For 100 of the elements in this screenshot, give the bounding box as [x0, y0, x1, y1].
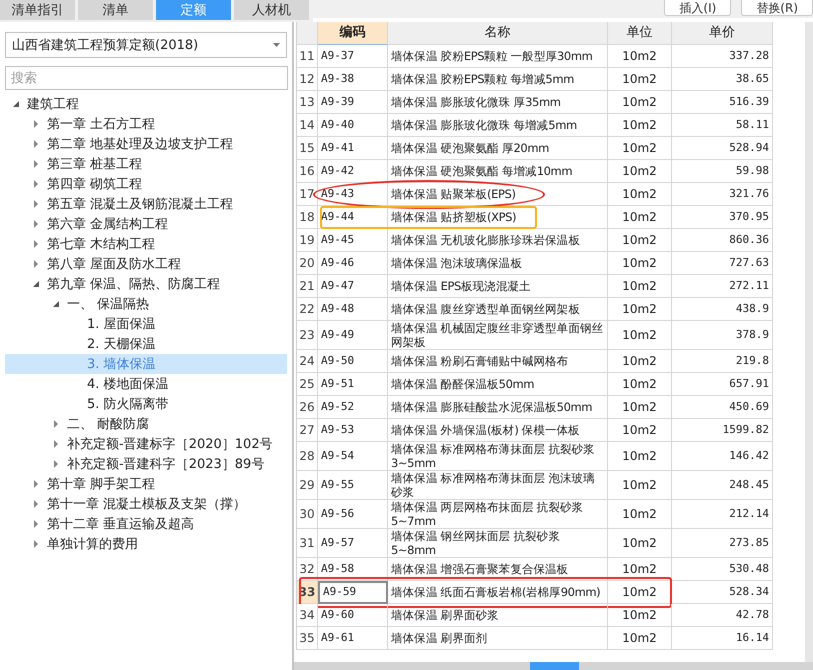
tab[interactable]: 清单指引: [0, 0, 75, 20]
row-number[interactable]: 24: [297, 350, 318, 373]
column-header[interactable]: 编码: [318, 22, 388, 45]
price-cell: 860.36: [672, 229, 773, 252]
column-header[interactable]: 单价: [672, 22, 773, 45]
tab[interactable]: 人材机: [234, 0, 309, 20]
tree-item[interactable]: 一、 保温隔热: [5, 294, 287, 314]
row-number[interactable]: 29: [297, 471, 318, 500]
collapsed-triangle-icon[interactable]: [32, 480, 40, 488]
tree-item[interactable]: 第六章 金属结构工程: [5, 214, 287, 234]
row-number[interactable]: 31: [297, 529, 318, 558]
price-cell: 38.65: [672, 68, 773, 91]
collapsed-triangle-icon[interactable]: [32, 520, 40, 528]
tree-item[interactable]: 第十一章 混凝土模板及支架（撑）: [5, 494, 287, 514]
name-cell: 墙体保温 腹丝穿透型单面钢丝网架板: [388, 298, 608, 321]
tree-item[interactable]: 第十二章 垂直运输及超高: [5, 514, 287, 534]
row-number[interactable]: 13: [297, 91, 318, 114]
column-header[interactable]: 单位: [608, 22, 672, 45]
tree-item[interactable]: 第三章 桩基工程: [5, 154, 287, 174]
row-number[interactable]: 21: [297, 275, 318, 298]
toolbar-button[interactable]: 替换(R): [741, 0, 813, 16]
code-cell: A9-37: [318, 45, 388, 68]
price-cell: 657.91: [672, 373, 773, 396]
tree-item[interactable]: 第四章 砌筑工程: [5, 174, 287, 194]
code-cell: A9-53: [318, 419, 388, 442]
search-field[interactable]: 搜索: [5, 66, 288, 90]
row-number[interactable]: 19: [297, 229, 318, 252]
tree-item[interactable]: 4. 楼地面保温: [5, 374, 287, 394]
name-cell: 墙体保温 膨胀玻化微珠 厚35mm: [388, 91, 608, 114]
collapsed-triangle-icon[interactable]: [32, 180, 40, 188]
price-cell: 528.94: [672, 137, 773, 160]
tree-item[interactable]: 2. 天棚保温: [5, 334, 287, 354]
row-number[interactable]: 25: [297, 373, 318, 396]
collapsed-triangle-icon[interactable]: [32, 120, 40, 128]
price-cell: 337.28: [672, 45, 773, 68]
collapsed-triangle-icon[interactable]: [32, 160, 40, 168]
unit-cell: 10m2: [608, 373, 672, 396]
tree-item[interactable]: 补充定额-晋建科字［2023］89号: [5, 454, 287, 474]
expanded-triangle-icon[interactable]: [32, 280, 40, 288]
tree-item[interactable]: 补充定额-晋建标字［2020］102号: [5, 434, 287, 454]
row-number[interactable]: 20: [297, 252, 318, 275]
vertical-scrollbar[interactable]: [805, 22, 813, 662]
unit-cell: 10m2: [608, 91, 672, 114]
row-number[interactable]: 28: [297, 442, 318, 471]
column-header[interactable]: 名称: [388, 22, 608, 45]
row-number[interactable]: 26: [297, 396, 318, 419]
name-cell: 墙体保温 钢丝网抹面层 抗裂砂浆5~8mm: [388, 529, 608, 558]
row-number[interactable]: 11: [297, 45, 318, 68]
expanded-triangle-icon[interactable]: [12, 100, 20, 108]
dropdown-caret-icon: [273, 43, 280, 47]
tab[interactable]: 清单: [78, 0, 153, 20]
tree-item[interactable]: 二、 耐酸防腐: [5, 414, 287, 434]
tree-item[interactable]: 第十章 脚手架工程: [5, 474, 287, 494]
row-number[interactable]: 32: [297, 558, 318, 581]
row-number[interactable]: 17: [297, 183, 318, 206]
tree-item[interactable]: 建筑工程: [5, 94, 287, 114]
row-number[interactable]: 35: [297, 627, 318, 650]
row-number[interactable]: 34: [297, 604, 318, 627]
code-cell: A9-61: [318, 627, 388, 650]
collapsed-triangle-icon[interactable]: [32, 200, 40, 208]
tree-item[interactable]: 1. 屋面保温: [5, 314, 287, 334]
row-number[interactable]: 18: [297, 206, 318, 229]
collapsed-triangle-icon[interactable]: [32, 140, 40, 148]
expanded-triangle-icon[interactable]: [52, 300, 60, 308]
row-number[interactable]: 14: [297, 114, 318, 137]
tree-item[interactable]: 第五章 混凝土及钢筋混凝土工程: [5, 194, 287, 214]
row-number[interactable]: 22: [297, 298, 318, 321]
tree-item[interactable]: 单独计算的费用: [5, 534, 287, 554]
tree-item[interactable]: 第九章 保温、隔热、防腐工程: [5, 274, 287, 294]
name-cell: 墙体保温 膨胀硅酸盐水泥保温板50mm: [388, 396, 608, 419]
price-cell: 212.14: [672, 500, 773, 529]
collapsed-triangle-icon[interactable]: [32, 500, 40, 508]
unit-cell: 10m2: [608, 396, 672, 419]
tree-item[interactable]: 第二章 地基处理及边坡支护工程: [5, 134, 287, 154]
code-cell: A9-57: [318, 529, 388, 558]
scrollbar-thumb[interactable]: [530, 662, 579, 670]
row-number[interactable]: 12: [297, 68, 318, 91]
unit-cell: 10m2: [608, 500, 672, 529]
row-number[interactable]: 27: [297, 419, 318, 442]
horizontal-scrollbar[interactable]: [294, 662, 813, 670]
row-number[interactable]: 30: [297, 500, 318, 529]
library-dropdown[interactable]: 山西省建筑工程预算定额(2018): [5, 32, 287, 58]
tree-item[interactable]: 第一章 土石方工程: [5, 114, 287, 134]
row-number[interactable]: 15: [297, 137, 318, 160]
collapsed-triangle-icon[interactable]: [32, 220, 40, 228]
tree-item[interactable]: 第七章 木结构工程: [5, 234, 287, 254]
collapsed-triangle-icon[interactable]: [52, 420, 60, 428]
collapsed-triangle-icon[interactable]: [32, 240, 40, 248]
price-cell: 59.98: [672, 160, 773, 183]
row-number[interactable]: 23: [297, 321, 318, 350]
unit-cell: 10m2: [608, 627, 672, 650]
tree-item[interactable]: 第八章 屋面及防水工程: [5, 254, 287, 274]
row-number[interactable]: 16: [297, 160, 318, 183]
tree-item[interactable]: 5. 防火隔离带: [5, 394, 287, 414]
collapsed-triangle-icon[interactable]: [32, 260, 40, 268]
toolbar-button[interactable]: 插入(I): [664, 0, 732, 16]
price-cell: 516.39: [672, 91, 773, 114]
collapsed-triangle-icon[interactable]: [32, 540, 40, 548]
collapsed-triangle-icon[interactable]: [52, 460, 60, 468]
collapsed-triangle-icon[interactable]: [52, 440, 60, 448]
